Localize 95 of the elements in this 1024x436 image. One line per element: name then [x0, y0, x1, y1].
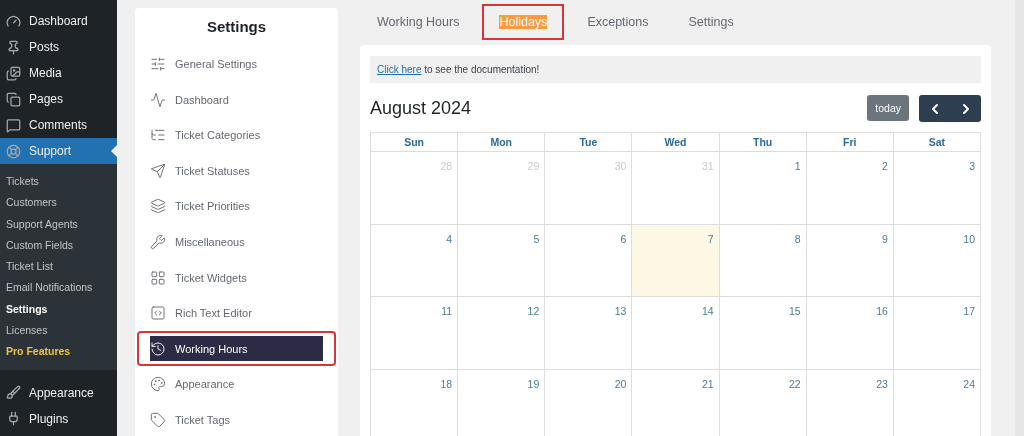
images-icon [6, 65, 21, 81]
day-cell[interactable]: 7 [632, 224, 720, 297]
admin-menu-item[interactable]: Plugins [0, 405, 117, 432]
day-number: 2 [882, 160, 888, 172]
wrench-icon [150, 234, 166, 250]
day-cell[interactable]: 12 [458, 297, 546, 370]
day-number: 9 [882, 232, 888, 245]
day-number: 18 [440, 377, 453, 390]
tab[interactable]: Working Hours [360, 4, 477, 40]
brush-icon [6, 385, 21, 401]
settings-menu-item[interactable]: Miscellaneous [137, 224, 336, 260]
day-cell[interactable]: 3 [893, 152, 981, 225]
day-number: 6 [620, 232, 627, 245]
day-cell[interactable]: 1 [719, 152, 807, 225]
settings-menu-item[interactable]: Ticket Priorities [137, 189, 336, 224]
day-number: 12 [527, 305, 540, 317]
pages-icon [6, 91, 21, 107]
submenu-item[interactable]: Pro Features [0, 341, 117, 363]
tag-icon [150, 411, 166, 428]
day-cell[interactable]: 17 [893, 297, 981, 370]
day-number: 3 [969, 160, 975, 172]
submenu-item[interactable]: Tickets [0, 171, 117, 193]
day-cell[interactable]: 10 [893, 224, 981, 297]
day-cell[interactable]: 4 [371, 224, 459, 297]
grid-icon [150, 269, 166, 286]
day-number: 10 [963, 232, 975, 245]
settings-menu-item[interactable]: Dashboard [137, 82, 336, 118]
plug-icon [6, 411, 21, 427]
admin-menu-item[interactable]: Media [0, 60, 117, 86]
day-number: 21 [701, 377, 714, 390]
settings-menu-item[interactable]: General Settings [137, 47, 336, 82]
admin-menu-item[interactable]: Pages [0, 86, 117, 112]
day-cell[interactable]: 6 [545, 224, 633, 297]
day-number: 4 [446, 232, 453, 245]
settings-menu-item[interactable]: Ticket Widgets [137, 260, 336, 295]
day-number: 1 [794, 160, 801, 172]
admin-menu-item[interactable]: Dashboard [0, 8, 117, 34]
documentation-notice: Click here to see the documentation! [370, 56, 981, 83]
settings-menu-item[interactable]: Appearance [137, 366, 336, 402]
submenu-item[interactable]: Customers [0, 192, 117, 214]
settings-menu-item[interactable]: Ticket Categories [137, 118, 336, 153]
documentation-link[interactable]: Click here [377, 64, 422, 75]
day-number: 23 [876, 377, 888, 390]
panel-title: Settings [205, 18, 268, 35]
submenu-item[interactable]: Custom Fields [0, 234, 117, 257]
day-number: 8 [794, 232, 801, 245]
day-number: 7 [707, 232, 714, 245]
admin-menu-item[interactable]: Comments [0, 112, 117, 138]
submenu-item[interactable]: Support Agents [0, 213, 117, 235]
day-number: 5 [533, 232, 540, 245]
day-cell[interactable]: 13 [545, 297, 633, 370]
settings-menu-item[interactable]: Ticket Tags [137, 402, 336, 436]
day-cell[interactable]: 16 [806, 297, 894, 370]
chart-icon [150, 91, 166, 108]
day-number: 15 [789, 305, 801, 317]
submenu-item[interactable]: Settings [0, 298, 117, 321]
admin-menu-item[interactable]: Support [0, 138, 117, 164]
settings-menu-item[interactable]: Working Hours [137, 331, 336, 366]
settings-menu-item[interactable]: Ticket Statuses [137, 153, 336, 189]
code-icon [150, 305, 166, 322]
pin-icon [6, 39, 21, 55]
day-number: 11 [441, 305, 453, 317]
day-cell[interactable]: 14 [632, 297, 720, 370]
lifebuoy-icon [6, 143, 21, 159]
history-icon [150, 340, 166, 357]
day-cell[interactable]: 11 [371, 297, 459, 370]
tab[interactable]: Exceptions [570, 4, 666, 40]
day-cell[interactable]: 2 [806, 152, 894, 225]
comment-icon [6, 117, 21, 133]
tab[interactable]: Settings [671, 4, 751, 40]
day-number: 17 [963, 305, 975, 317]
submenu-item[interactable]: Licenses [0, 320, 117, 342]
admin-menu-item[interactable]: Posts [0, 34, 117, 60]
day-number: 19 [527, 377, 540, 390]
palette-icon [150, 376, 166, 393]
day-cell[interactable]: 15 [719, 297, 807, 370]
day-number: 22 [789, 377, 801, 390]
submenu-item[interactable]: Email Notifications [0, 277, 117, 299]
calendar-title: August 2024 [370, 98, 472, 119]
day-number: 13 [614, 305, 627, 317]
today-button[interactable]: today [867, 95, 909, 121]
admin-menu-item[interactable]: Appearance [0, 379, 117, 406]
day-cell[interactable]: 8 [719, 224, 807, 297]
sliders-icon [150, 56, 166, 73]
day-number: 20 [614, 377, 627, 390]
settings-menu-item[interactable]: Rich Text Editor [137, 295, 336, 331]
day-number: 16 [876, 305, 888, 317]
layers-icon [150, 198, 166, 215]
day-number: 24 [963, 377, 975, 390]
day-number: 14 [701, 305, 714, 317]
paper-plane-icon [150, 162, 166, 179]
gauge-icon [6, 13, 21, 29]
day-cell[interactable]: 5 [458, 224, 546, 297]
day-cell[interactable]: 9 [806, 224, 894, 297]
submenu-item[interactable]: Ticket List [0, 256, 117, 278]
